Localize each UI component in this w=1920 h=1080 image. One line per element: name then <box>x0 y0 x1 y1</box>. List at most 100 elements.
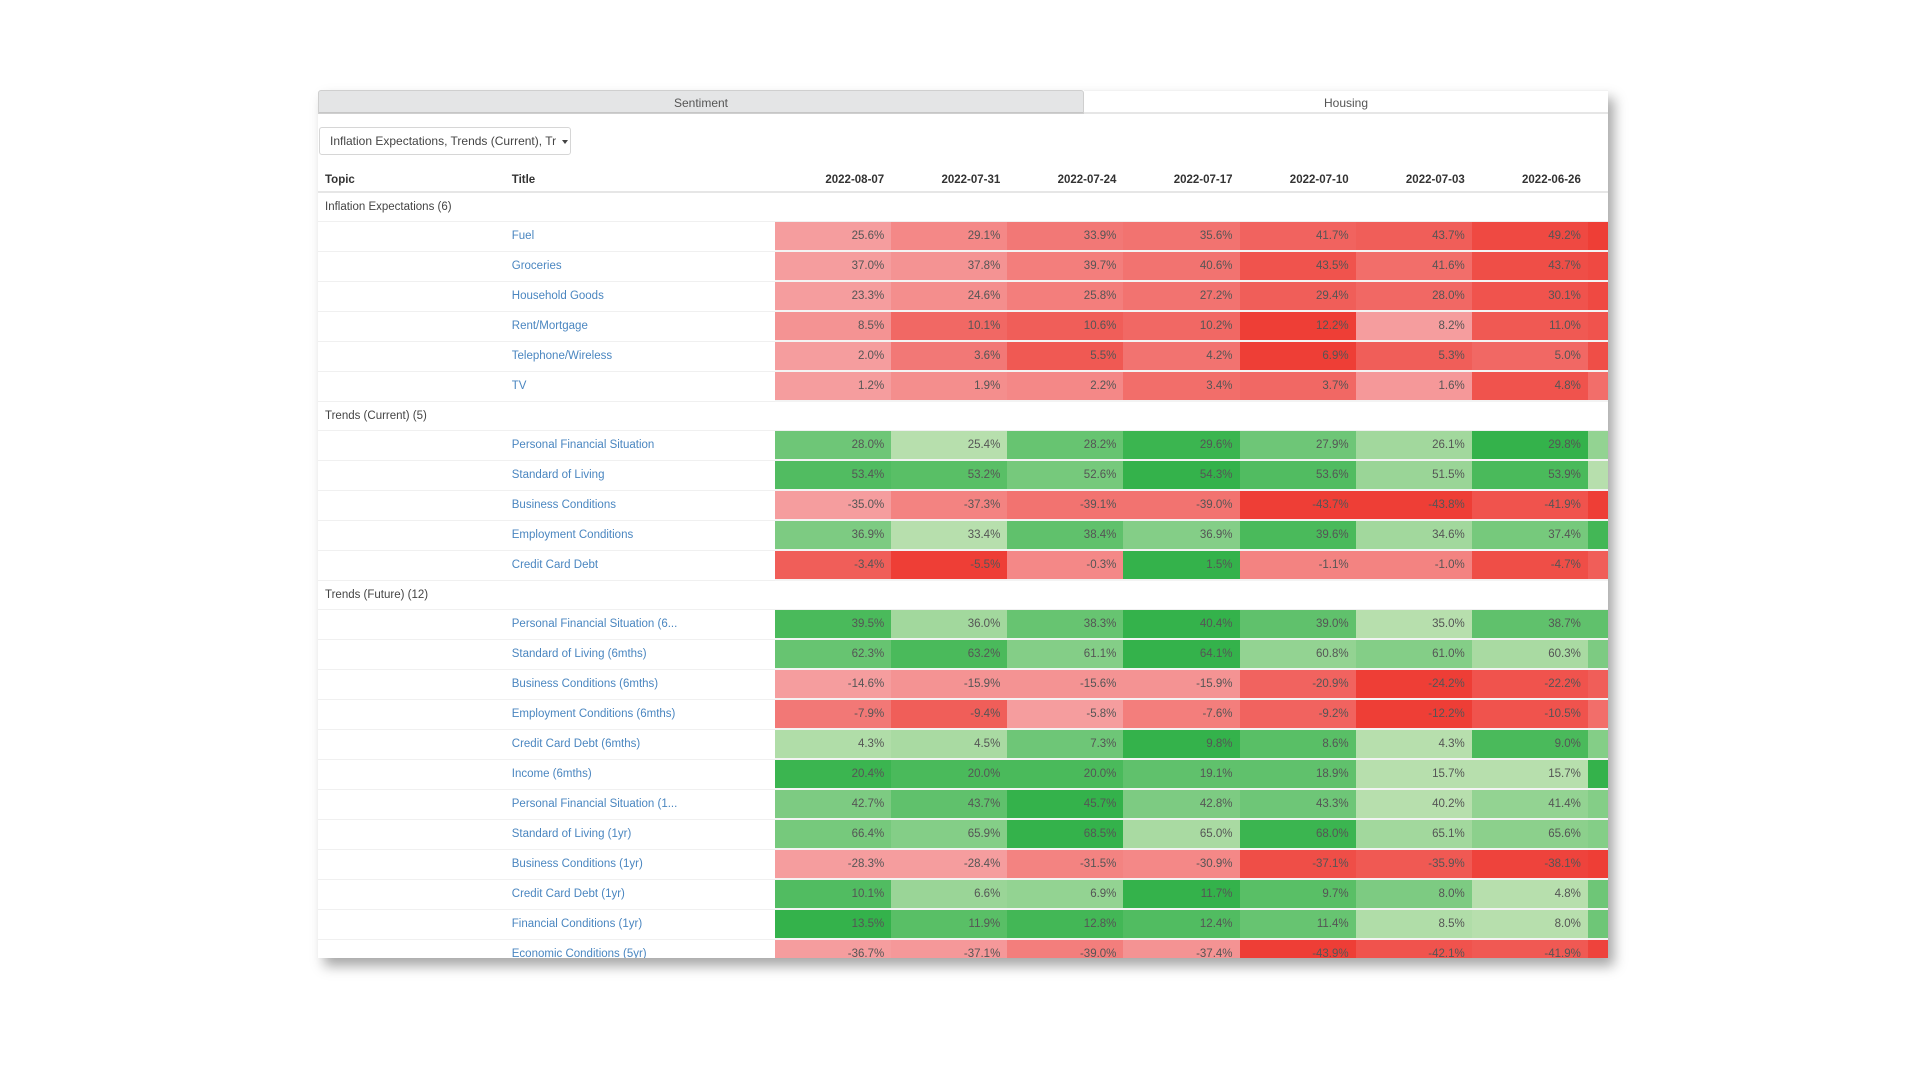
value-cell: 23.3% <box>775 281 892 312</box>
column-header-date[interactable]: 2022-08-07 <box>775 169 892 193</box>
table-row: Business Conditions -35.0% -37.3% -39.1% -39… <box>318 490 1608 521</box>
column-header-date[interactable]: 2022-07-03 <box>1355 169 1472 193</box>
value-cell: 25.6% <box>775 221 892 252</box>
value-cell: 65.9% <box>891 819 1008 850</box>
value-cell: 12.2% <box>1239 311 1356 342</box>
title-link[interactable]: Personal Financial Situation <box>504 430 776 461</box>
value-cell: 42.7% <box>775 789 892 820</box>
column-header-title[interactable]: Title <box>504 169 776 193</box>
title-link[interactable]: Credit Card Debt (6mths) <box>504 729 776 760</box>
topic-cell <box>318 849 505 880</box>
value-cell: -10.5% <box>1471 699 1588 730</box>
value-cell: -9.2% <box>1239 699 1356 730</box>
topic-cell <box>318 729 505 760</box>
sentiment-table: Topic Title 2022-08-07 2022-07-31 2022-07-… <box>318 169 1608 958</box>
value-cell: -43.9% <box>1239 939 1356 958</box>
title-link[interactable]: Business Conditions (1yr) <box>504 849 776 880</box>
group-row[interactable]: Trends (Future) (12) <box>318 580 1608 610</box>
title-link[interactable]: Rent/Mortgage <box>504 311 776 342</box>
value-cell: 7.3% <box>1007 729 1124 760</box>
title-link[interactable]: Fuel <box>504 221 776 252</box>
column-header-date[interactable]: 2022-07-17 <box>1123 169 1240 193</box>
title-link[interactable]: Business Conditions (6mths) <box>504 669 776 700</box>
group-label[interactable]: Inflation Expectations (6) <box>318 192 1608 222</box>
group-row[interactable]: Trends (Current) (5) <box>318 401 1608 431</box>
value-cell: 65.9% <box>1587 819 1608 850</box>
value-cell: 38.3% <box>1007 609 1124 640</box>
topic-cell <box>318 281 505 312</box>
group-row[interactable]: Inflation Expectations (6) <box>318 192 1608 222</box>
table-row: TV1.2%1.9%2.2%3.4%3.7%1.6%4.8%3.4% <box>318 371 1608 402</box>
topic-cell <box>318 221 505 252</box>
title-link[interactable]: Income (6mths) <box>504 759 776 790</box>
value-cell: -43.5% <box>1587 939 1608 958</box>
value-cell: 6.9% <box>1007 879 1124 910</box>
value-cell: 38.4% <box>1007 520 1124 551</box>
value-cell: 11.9% <box>891 909 1008 940</box>
title-link[interactable]: Financial Conditions (1yr) <box>504 909 776 940</box>
group-label[interactable]: Trends (Future) (12) <box>318 580 1608 610</box>
title-link[interactable]: Telephone/Wireless <box>504 341 776 372</box>
title-link[interactable]: TV <box>504 371 776 402</box>
value-cell: -28.4% <box>891 849 1008 880</box>
value-cell: 4.2% <box>1123 341 1240 372</box>
title-link[interactable]: Employment Conditions (6mths) <box>504 699 776 730</box>
column-header-topic[interactable]: Topic <box>318 169 505 193</box>
value-cell: 13.5% <box>775 909 892 940</box>
value-cell: 27.2% <box>1123 281 1240 312</box>
value-cell: 4.3% <box>1355 729 1472 760</box>
value-cell: 1.5% <box>1123 550 1240 581</box>
title-link[interactable]: Business Conditions <box>504 490 776 521</box>
tab-housing[interactable]: Housing <box>1084 90 1608 114</box>
value-cell: 43.7% <box>1471 251 1588 282</box>
title-link[interactable]: Standard of Living <box>504 460 776 491</box>
title-link[interactable]: Economic Conditions (5yr) <box>504 939 776 958</box>
title-link[interactable]: Household Goods <box>504 281 776 312</box>
value-cell: 44.1% <box>1587 251 1608 282</box>
column-header-date[interactable]: 2022-07-10 <box>1239 169 1356 193</box>
title-link[interactable]: Standard of Living (6mths) <box>504 639 776 670</box>
table-row: Telephone/Wireless 2.0% 3.6% 5.5% 4.2% 6.9% 5.… <box>318 341 1608 372</box>
value-cell: 41.6% <box>1355 251 1472 282</box>
title-link[interactable]: Groceries <box>504 251 776 282</box>
value-cell: 11.4% <box>1239 909 1356 940</box>
value-cell: 5.5% <box>1007 341 1124 372</box>
title-link[interactable]: Standard of Living (1yr) <box>504 819 776 850</box>
value-cell: 61.2% <box>1587 639 1608 670</box>
value-cell: 28.0% <box>775 430 892 461</box>
value-cell: 42.8% <box>1123 789 1240 820</box>
value-cell: 30.8% <box>1587 281 1608 312</box>
title-link[interactable]: Personal Financial Situation (6... <box>504 609 776 640</box>
value-cell: 12.8% <box>1007 909 1124 940</box>
value-cell: 29.1% <box>891 221 1008 252</box>
value-cell: 1.6% <box>1355 371 1472 402</box>
column-header-date[interactable]: 2022-06-19 <box>1587 169 1608 193</box>
tab-sentiment[interactable]: Sentiment <box>318 90 1084 114</box>
value-cell: 25.4% <box>891 430 1008 461</box>
value-cell: 43.7% <box>891 789 1008 820</box>
value-cell: -37.1% <box>891 939 1008 958</box>
column-header-date[interactable]: 2022-06-26 <box>1471 169 1588 193</box>
title-link[interactable]: Personal Financial Situation (1... <box>504 789 776 820</box>
value-cell: -39.0% <box>1007 939 1124 958</box>
column-header-date[interactable]: 2022-07-31 <box>891 169 1008 193</box>
value-cell: 65.1% <box>1355 819 1472 850</box>
value-cell: 3.7% <box>1239 371 1356 402</box>
title-link[interactable]: Credit Card Debt (1yr) <box>504 879 776 910</box>
value-cell: 15.7% <box>1471 759 1588 790</box>
value-cell: -7.6% <box>1123 699 1240 730</box>
value-cell: 3.4% <box>1123 371 1240 402</box>
topic-cell <box>318 819 505 850</box>
value-cell: 63.2% <box>891 639 1008 670</box>
title-link[interactable]: Credit Card Debt <box>504 550 776 581</box>
table-body: Inflation Expectations (6) Fuel 25.6% 29.1%… <box>318 192 1608 958</box>
group-label[interactable]: Trends (Current) (5) <box>318 401 1608 431</box>
value-cell: 30.1% <box>1471 281 1588 312</box>
topic-cell <box>318 789 505 820</box>
column-header-date[interactable]: 2022-07-24 <box>1007 169 1124 193</box>
value-cell: 34.6% <box>1355 520 1472 551</box>
topic-filter-dropdown[interactable]: Inflation Expectations, Trends (Current)… <box>319 127 571 155</box>
value-cell: 8.0% <box>1355 879 1472 910</box>
value-cell: 40.4% <box>1123 609 1240 640</box>
title-link[interactable]: Employment Conditions <box>504 520 776 551</box>
